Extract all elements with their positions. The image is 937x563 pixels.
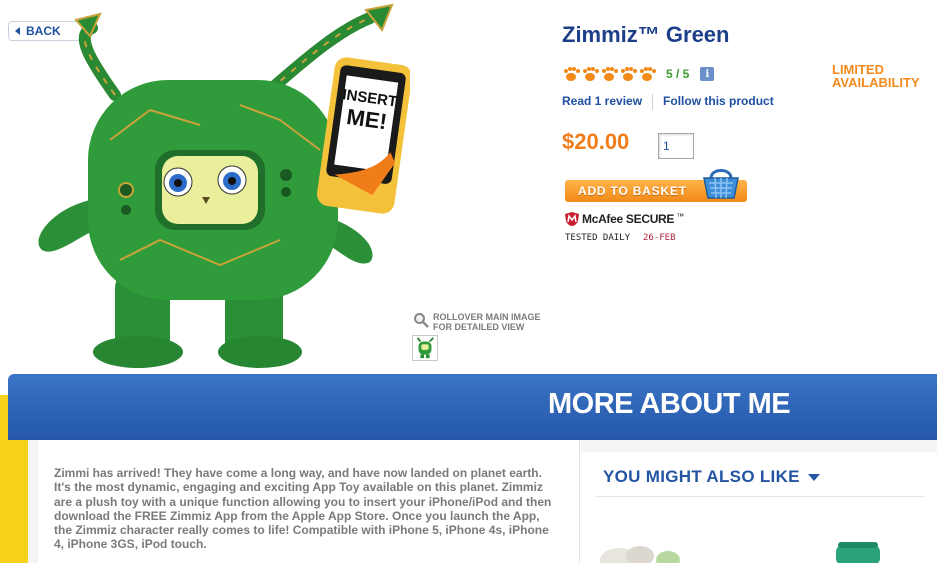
chevron-down-icon bbox=[807, 473, 820, 481]
rating-row: 5 / 5 i bbox=[562, 66, 715, 82]
rollover-hint: ROLLOVER MAIN IMAGE FOR DETAILED VIEW bbox=[413, 312, 543, 332]
recommended-product-1[interactable] bbox=[598, 538, 680, 563]
mcafee-shield-icon bbox=[565, 212, 579, 226]
also-like-heading: YOU MIGHT ALSO LIKE bbox=[603, 467, 800, 486]
link-divider bbox=[652, 94, 654, 110]
product-main-image[interactable]: INSERT ME! bbox=[20, 0, 410, 375]
follow-product-link[interactable]: Follow this product bbox=[663, 94, 774, 110]
more-about-banner bbox=[8, 374, 937, 440]
product-title: Zimmiz™ Green bbox=[562, 22, 730, 47]
paw-stars-icon bbox=[564, 67, 656, 81]
read-review-link[interactable]: Read 1 review bbox=[562, 94, 642, 110]
product-thumbnail[interactable] bbox=[412, 335, 438, 361]
availability-status: LIMITED AVAILABILITY bbox=[832, 62, 920, 90]
mcafee-badge[interactable]: McAfee SECURE ™ bbox=[564, 211, 684, 227]
info-icon[interactable]: i bbox=[700, 67, 715, 81]
add-to-basket-button[interactable]: ADD TO BASKET bbox=[565, 166, 747, 206]
mcafee-trademark: ™ bbox=[676, 211, 685, 221]
product-price: $20.00 bbox=[562, 129, 630, 154]
product-description: Zimmi has arrived! They have come a long… bbox=[54, 466, 552, 552]
paw-rating-icons bbox=[562, 66, 657, 82]
more-about-heading: MORE ABOUT ME bbox=[548, 388, 791, 420]
also-like-divider bbox=[595, 496, 925, 497]
recommended-product-2[interactable] bbox=[832, 540, 882, 563]
also-like-toggle[interactable]: YOU MIGHT ALSO LIKE bbox=[603, 467, 820, 487]
mcafee-brand: McAfee SECURE bbox=[582, 212, 675, 226]
rollover-hint-text: ROLLOVER MAIN IMAGE FOR DETAILED VIEW bbox=[433, 312, 541, 332]
magnifier-icon bbox=[414, 313, 429, 328]
rating-text: 5 / 5 bbox=[666, 67, 690, 81]
tested-daily-label: TESTED DAILY bbox=[565, 233, 631, 243]
tested-date: 26-FEB bbox=[643, 233, 676, 243]
basket-icon bbox=[703, 169, 739, 199]
product-links: Read 1 review Follow this product bbox=[562, 94, 774, 110]
quantity-input[interactable] bbox=[658, 133, 694, 159]
